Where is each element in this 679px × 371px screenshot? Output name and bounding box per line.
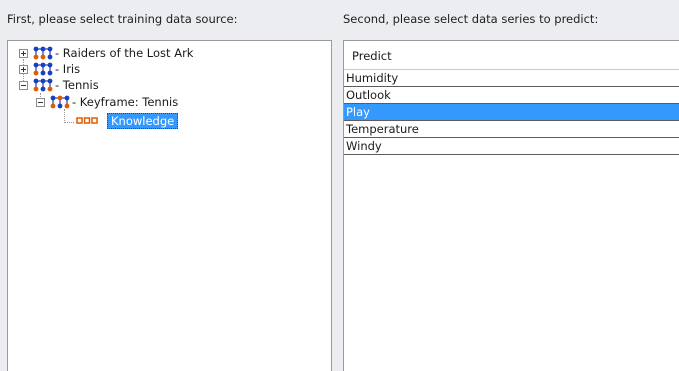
tree-node-knowledge[interactable]: Knowledge xyxy=(8,113,328,129)
tree-node-label: - Iris xyxy=(55,62,81,76)
tree-node-label: - Tennis xyxy=(55,78,99,92)
expand-icon[interactable] xyxy=(19,65,28,74)
network-icon xyxy=(33,46,53,60)
knowledge-icon xyxy=(76,117,98,124)
network-icon xyxy=(33,62,53,76)
grid-header-predict[interactable]: Predict xyxy=(344,41,679,70)
tree-node-keyframe-tennis[interactable]: - Keyframe: Tennis xyxy=(8,94,328,110)
network-icon xyxy=(33,78,53,92)
collapse-icon[interactable] xyxy=(19,81,28,90)
tree-node-label-selected: Knowledge xyxy=(107,113,179,129)
grid-header-label: Predict xyxy=(352,49,392,63)
tree-node-iris[interactable]: - Iris xyxy=(8,61,328,77)
expand-icon[interactable] xyxy=(19,49,28,58)
tree-node-raiders[interactable]: - Raiders of the Lost Ark xyxy=(8,45,328,61)
network-icon xyxy=(50,95,70,109)
data-source-tree[interactable]: - Raiders of the Lost Ark - Iris - Tenni… xyxy=(7,40,332,371)
grid-row-temperature[interactable]: Temperature xyxy=(344,121,679,138)
grid-row-outlook[interactable]: Outlook xyxy=(344,87,679,104)
grid-row-humidity[interactable]: Humidity xyxy=(344,70,679,87)
grid-row-play[interactable]: Play xyxy=(344,104,679,121)
tree-node-label: - Raiders of the Lost Ark xyxy=(55,46,194,60)
source-label: First, please select training data sourc… xyxy=(7,12,238,26)
tree-node-tennis[interactable]: - Tennis xyxy=(8,77,328,93)
series-label: Second, please select data series to pre… xyxy=(343,12,599,26)
collapse-icon[interactable] xyxy=(36,98,45,107)
tree-node-label: - Keyframe: Tennis xyxy=(72,95,179,109)
grid-row-windy[interactable]: Windy xyxy=(344,138,679,155)
data-series-grid[interactable]: Predict Humidity Outlook Play Temperatur… xyxy=(343,40,679,371)
